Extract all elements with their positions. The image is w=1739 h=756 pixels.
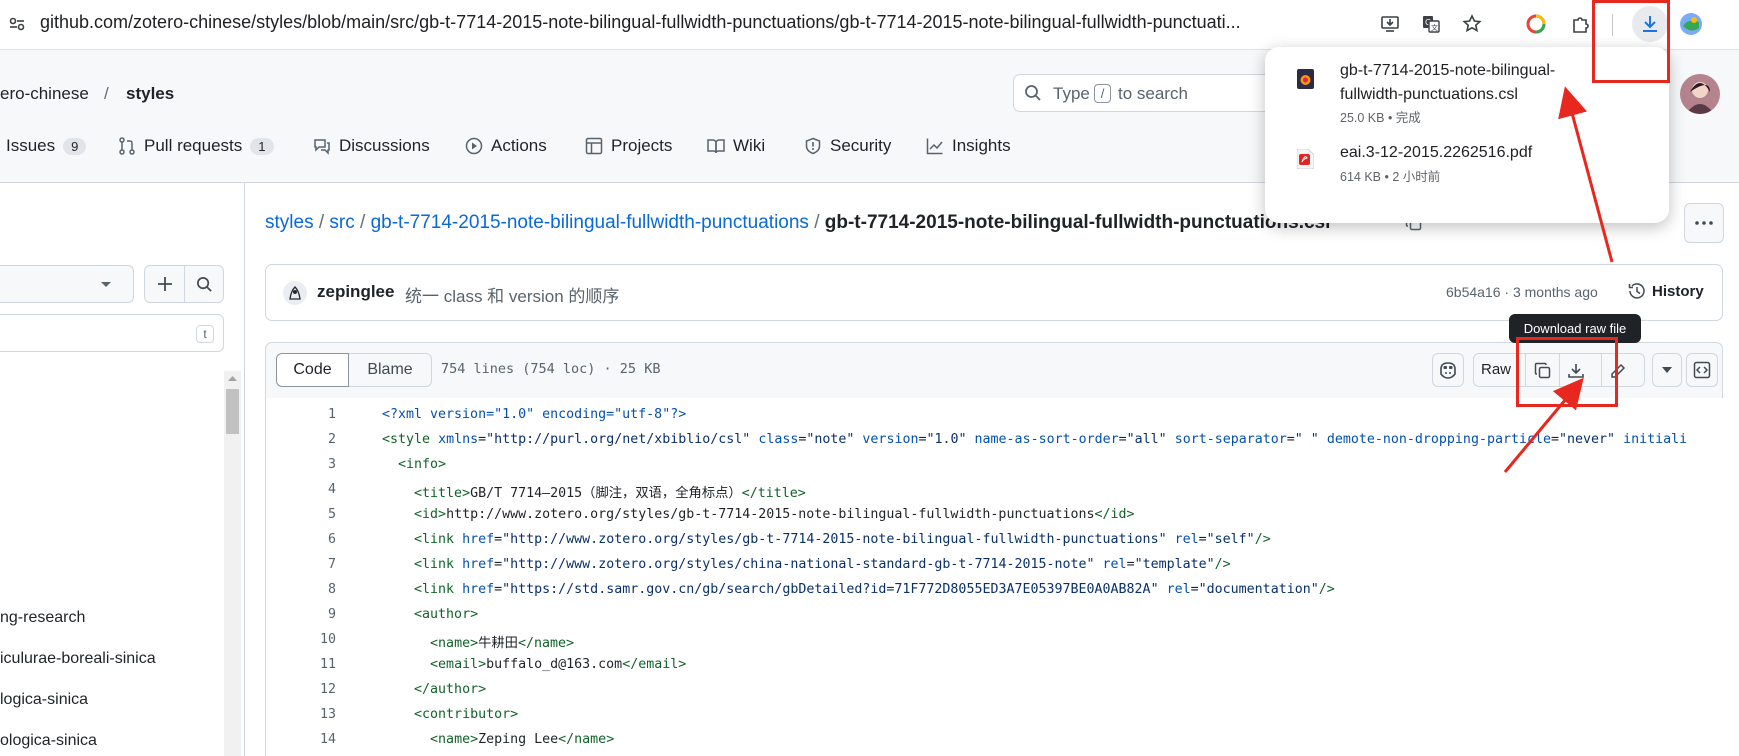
annotation-arrow-to-button xyxy=(1503,377,1584,473)
annotation-arrow-up xyxy=(1558,86,1614,263)
screen: github.com/zotero-chinese/styles/blob/ma… xyxy=(0,0,1739,756)
annotation-arrows xyxy=(1503,86,1614,473)
